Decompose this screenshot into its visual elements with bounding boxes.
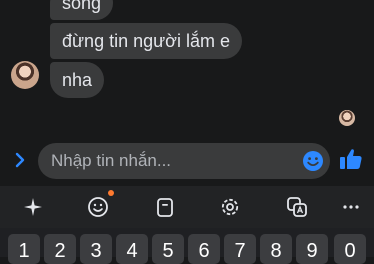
more-icon[interactable] <box>336 192 366 222</box>
sticker-icon[interactable] <box>83 192 113 222</box>
key-9[interactable]: 9 <box>296 234 328 264</box>
key-7[interactable]: 7 <box>224 234 256 264</box>
message-composer <box>0 136 374 186</box>
translate-icon[interactable] <box>282 192 312 222</box>
key-6[interactable]: 6 <box>188 234 220 264</box>
message-input-container <box>38 143 330 179</box>
emoji-icon[interactable] <box>302 150 324 172</box>
message-bubble[interactable]: đừng tin người lắm e <box>50 23 242 59</box>
message-thread: sống đừng tin người lắm e nha <box>0 0 374 136</box>
clipboard-icon[interactable] <box>150 192 180 222</box>
key-3[interactable]: 3 <box>80 234 112 264</box>
message-input[interactable] <box>51 143 291 179</box>
thumbs-up-icon[interactable] <box>338 146 364 172</box>
settings-icon[interactable] <box>215 192 245 222</box>
message-bubble[interactable]: nha <box>50 62 105 98</box>
seen-receipt-avatar <box>339 110 355 126</box>
key-0[interactable]: 0 <box>334 234 366 264</box>
key-4[interactable]: 4 <box>116 234 148 264</box>
key-1[interactable]: 1 <box>8 234 40 264</box>
keyboard-toolbar <box>0 186 374 228</box>
key-8[interactable]: 8 <box>260 234 292 264</box>
sparkle-icon[interactable] <box>18 192 48 222</box>
key-2[interactable]: 2 <box>44 234 76 264</box>
keyboard-number-row: 1 2 3 4 5 6 7 8 9 0 <box>0 228 374 264</box>
message-bubble[interactable]: sống <box>50 0 114 20</box>
chevron-right-icon[interactable] <box>10 150 30 170</box>
message-text: sống <box>62 0 102 13</box>
message-text: đừng tin người lắm e <box>62 31 230 51</box>
sender-avatar[interactable] <box>11 61 39 89</box>
notification-dot <box>108 190 114 196</box>
key-5[interactable]: 5 <box>152 234 184 264</box>
message-text: nha <box>62 70 93 90</box>
